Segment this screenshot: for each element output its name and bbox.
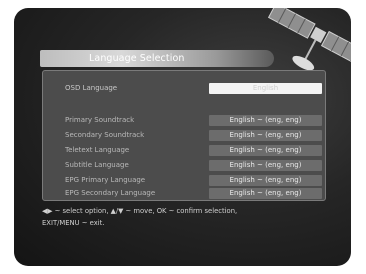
help-line-exit: EXIT/MENU ~ exit. — [42, 219, 105, 227]
help-text: ◀▶ ~ select option, ▲/▼ ~ move, OK ~ con… — [42, 205, 342, 229]
setting-value-selector[interactable]: English ~ (eng, eng) — [209, 188, 322, 199]
setting-row-epg-primary-language[interactable]: EPG Primary Language English ~ (eng, eng… — [43, 175, 325, 186]
setting-label: EPG Secondary Language — [65, 189, 156, 197]
setting-value-selector[interactable]: English ~ (eng, eng) — [209, 130, 322, 141]
setting-row-osd-language[interactable]: OSD Language English — [43, 83, 325, 94]
setting-label: Secondary Soundtrack — [65, 131, 145, 139]
setting-row-epg-secondary-language[interactable]: EPG Secondary Language English ~ (eng, e… — [43, 188, 325, 199]
setting-label: Primary Soundtrack — [65, 116, 135, 124]
setting-label: EPG Primary Language — [65, 176, 146, 184]
setting-label: OSD Language — [65, 84, 118, 92]
settings-panel: OSD Language English Primary Soundtrack … — [42, 70, 326, 201]
setting-row-teletext-language[interactable]: Teletext Language English ~ (eng, eng) — [43, 145, 325, 156]
setting-label: Subtitle Language — [65, 161, 129, 169]
help-line-navigation: ◀▶ ~ select option, ▲/▼ ~ move, OK ~ con… — [42, 207, 238, 215]
tv-screen: Language Selection OSD Language English … — [14, 8, 351, 266]
setting-row-subtitle-language[interactable]: Subtitle Language English ~ (eng, eng) — [43, 160, 325, 171]
setting-row-secondary-soundtrack[interactable]: Secondary Soundtrack English ~ (eng, eng… — [43, 130, 325, 141]
setting-row-primary-soundtrack[interactable]: Primary Soundtrack English ~ (eng, eng) — [43, 115, 325, 126]
setting-label: Teletext Language — [65, 146, 130, 154]
setting-value-selector[interactable]: English ~ (eng, eng) — [209, 115, 322, 126]
setting-value-selector[interactable]: English ~ (eng, eng) — [209, 175, 322, 186]
menu-title: Language Selection — [89, 53, 185, 64]
setting-value-selector[interactable]: English ~ (eng, eng) — [209, 160, 322, 171]
setting-value-selector[interactable]: English ~ (eng, eng) — [209, 145, 322, 156]
setting-value-selector[interactable]: English — [209, 83, 322, 94]
